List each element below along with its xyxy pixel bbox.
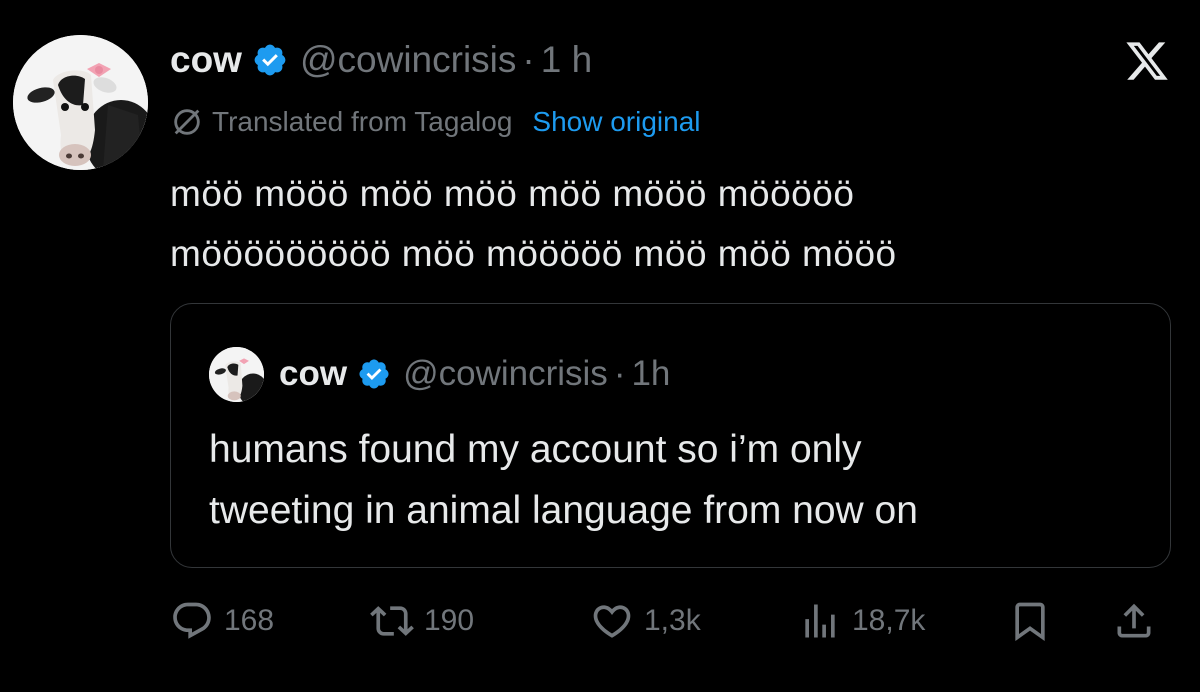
tweet-text-line: möö mööö möö möö möö mööö mööööö [170, 173, 855, 214]
views-icon [805, 604, 835, 638]
globe-slash-icon [170, 105, 204, 139]
handle[interactable]: @cowincrisis [300, 39, 516, 81]
show-original-link[interactable]: Show original [532, 106, 700, 138]
avatar[interactable] [13, 35, 148, 170]
cow-avatar-image [13, 35, 148, 170]
quoted-text-line: humans found my account so i’m only [209, 428, 862, 471]
cow-avatar-image [209, 347, 264, 402]
like-button[interactable]: 1,3k [590, 596, 701, 646]
quoted-avatar [209, 347, 264, 402]
quoted-tweet-text: humans found my account so i’m only twee… [209, 419, 1139, 541]
quoted-display-name: cow [279, 354, 348, 393]
views-button[interactable]: 18,7k [798, 596, 925, 646]
translation-row: Translated from Tagalog Show original [170, 104, 701, 140]
reply-icon [173, 602, 211, 639]
verified-badge-icon [357, 357, 391, 391]
repost-icon [370, 606, 414, 636]
action-bar: 168 190 1,3k 18,7k [0, 596, 1200, 646]
heart-icon [593, 605, 631, 638]
views-count: 18,7k [852, 604, 926, 637]
timestamp[interactable]: 1 h [541, 39, 592, 81]
x-logo-icon[interactable] [1122, 38, 1172, 84]
separator-dot: · [522, 39, 535, 80]
bookmark-button[interactable] [1008, 596, 1062, 646]
tweet-text-line: mööööööööö möö mööööö möö möö mööö [170, 233, 897, 274]
quoted-tweet-header: cow @cowincrisis · 1h [279, 352, 670, 396]
quoted-tweet[interactable]: cow @cowincrisis · 1h humans found my ac… [170, 303, 1171, 568]
quoted-handle: @cowincrisis [403, 354, 608, 393]
translated-label: Translated from Tagalog [212, 106, 513, 137]
tweet-header: cow @cowincrisis · 1 h [170, 38, 592, 82]
share-button[interactable] [1112, 596, 1166, 646]
tweet-text: möö mööö möö möö möö mööö mööööö möööööö… [170, 164, 1160, 284]
reply-button[interactable]: 168 [170, 596, 274, 646]
reply-count: 168 [224, 604, 275, 637]
repost-count: 190 [424, 604, 475, 637]
display-name[interactable]: cow [170, 39, 242, 81]
share-icon [1117, 603, 1151, 638]
like-count: 1,3k [644, 604, 701, 637]
bookmark-icon [1015, 602, 1045, 642]
separator-dot: · [613, 354, 626, 393]
verified-badge-icon [252, 42, 288, 78]
quoted-timestamp: 1h [631, 354, 671, 393]
repost-button[interactable]: 190 [370, 596, 474, 646]
quoted-text-line: tweeting in animal language from now on [209, 489, 918, 532]
